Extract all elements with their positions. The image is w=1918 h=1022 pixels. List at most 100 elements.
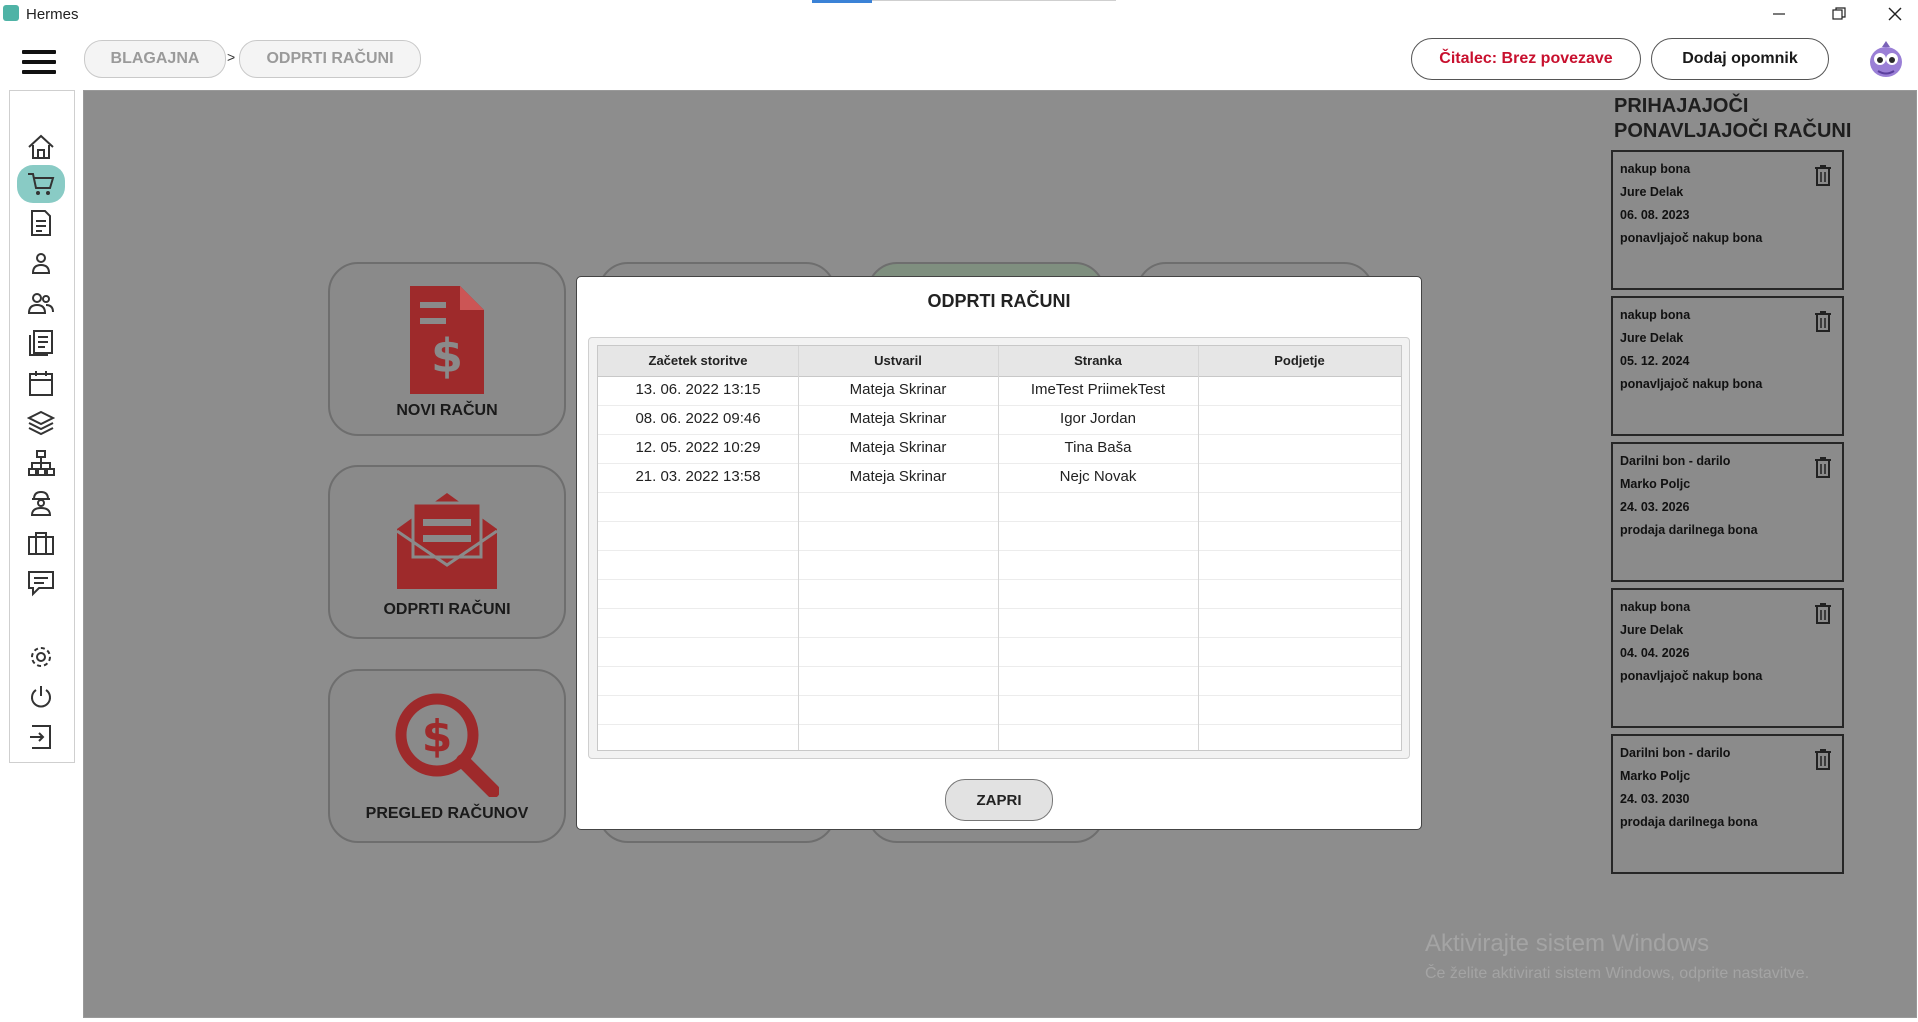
dollar-search-icon: $ [395,693,500,802]
card-title: nakup bona [1620,600,1691,614]
trash-icon[interactable] [1814,164,1832,191]
card-description: ponavljajoč nakup bona [1620,377,1763,391]
column-divider [998,346,999,750]
logout-icon[interactable] [24,721,58,753]
tile-novi-racun[interactable]: $ NOVI RAČUN [328,262,566,436]
svg-text:$: $ [431,329,463,383]
recurring-card[interactable]: nakup bona Jure Delak 06. 08. 2023 ponav… [1611,150,1844,290]
tile-label: PREGLED RAČUNOV [365,805,529,822]
empty-row [598,608,1401,638]
calendar-icon[interactable] [24,367,58,399]
recurring-card[interactable]: Darilni bon - darilo Marko Poljc 24. 03.… [1611,442,1844,582]
hierarchy-icon[interactable] [24,447,58,479]
worker-icon[interactable] [24,487,58,519]
card-customer: Marko Poljc [1620,477,1691,491]
cell-customer: Tina Baša [1064,439,1132,456]
card-description: prodaja darilnega bona [1620,523,1758,537]
trash-icon[interactable] [1814,310,1832,337]
card-customer: Marko Poljc [1620,769,1691,783]
cell-company [1198,405,1401,434]
menu-icon[interactable] [22,50,56,76]
person-icon[interactable] [24,247,58,279]
card-customer: Jure Delak [1620,185,1684,199]
close-button[interactable]: ZAPRI [945,779,1053,821]
cart-icon[interactable] [17,165,65,203]
tile-label: NOVI RAČUN [396,402,498,419]
card-title: nakup bona [1620,162,1691,176]
empty-row [598,579,1401,609]
recurring-card[interactable]: nakup bona Jure Delak 05. 12. 2024 ponav… [1611,296,1844,436]
cell-company [1198,376,1401,405]
window-title: Hermes [26,6,79,23]
card-title: Darilni bon - darilo [1620,454,1731,468]
card-date: 05. 12. 2024 [1620,354,1690,368]
empty-row [598,492,1401,522]
tile-odprti-racuni[interactable]: ODPRTI RAČUNI [328,465,566,639]
chat-icon[interactable] [24,567,58,599]
column-header[interactable]: Ustvaril [798,346,998,376]
cell-customer: ImeTest PriimekTest [1030,381,1166,398]
trash-icon[interactable] [1814,602,1832,629]
card-customer: Jure Delak [1620,331,1684,345]
empty-row [598,550,1401,580]
layers-icon[interactable] [24,407,58,439]
card-date: 24. 03. 2030 [1620,792,1690,806]
tile-label: ODPRTI RAČUNI [383,601,511,618]
card-customer: Jure Delak [1620,623,1684,637]
cell-creator: Mateja Skrinar [849,381,947,398]
table-row[interactable]: 08. 06. 2022 09:46 Mateja Skrinar Igor J… [598,405,1401,435]
list-document-icon[interactable] [24,327,58,359]
title-accent [812,0,872,3]
column-header[interactable]: Začetek storitve [598,346,798,376]
table-row[interactable]: 13. 06. 2022 13:15 Mateja Skrinar ImeTes… [598,376,1401,406]
card-description: ponavljajoč nakup bona [1620,669,1763,683]
trash-icon[interactable] [1814,748,1832,775]
cell-creator: Mateja Skrinar [849,410,947,427]
cell-customer: Nejc Novak [1059,468,1137,485]
document-icon[interactable] [24,207,58,239]
activation-watermark-subtitle: Če želite aktivirati sistem Windows, odp… [1425,965,1810,982]
column-header[interactable]: Stranka [998,346,1198,376]
breadcrumb-blagajna[interactable]: BLAGAJNA [84,40,226,78]
column-divider [798,346,799,750]
cell-customer: Igor Jordan [1060,410,1136,427]
power-icon[interactable] [24,681,58,713]
minimize-icon[interactable] [1756,0,1802,28]
sidebar [9,90,75,763]
title-bar: Hermes [0,0,1918,28]
open-invoices-table[interactable]: Začetek storitve Ustvaril Stranka Podjet… [597,345,1402,751]
table-row[interactable]: 12. 05. 2022 10:29 Mateja Skrinar Tina B… [598,434,1401,464]
empty-row [598,637,1401,667]
table-header: Začetek storitve Ustvaril Stranka Podjet… [598,346,1401,377]
close-window-icon[interactable] [1872,0,1918,28]
breadcrumb-odprti-racuni[interactable]: ODPRTI RAČUNI [239,40,421,78]
restore-icon[interactable] [1816,0,1862,28]
card-date: 04. 04. 2026 [1620,646,1690,660]
recurring-card[interactable]: nakup bona Jure Delak 04. 04. 2026 ponav… [1611,588,1844,728]
card-date: 06. 08. 2023 [1620,208,1690,222]
avatar[interactable] [1866,38,1906,80]
app-logo-icon [3,5,19,21]
gear-icon[interactable] [24,641,58,673]
trash-icon[interactable] [1814,456,1832,483]
people-icon[interactable] [24,287,58,319]
home-icon[interactable] [24,131,58,163]
title-divider [872,0,1116,1]
tile-pregled-racunov[interactable]: $ PREGLED RAČUNOV [328,669,566,843]
empty-row [598,666,1401,696]
open-invoices-dialog: ODPRTI RAČUNI Začetek storitve Ustvaril … [576,276,1422,830]
recurring-card[interactable]: Darilni bon - darilo Marko Poljc 24. 03.… [1611,734,1844,874]
cell-start: 12. 05. 2022 10:29 [635,439,761,456]
card-description: ponavljajoč nakup bona [1620,231,1763,245]
breadcrumb-separator: > [227,49,236,65]
cell-start: 08. 06. 2022 09:46 [635,410,761,427]
reader-status-button[interactable]: Čitalec: Brez povezave [1411,38,1641,80]
cell-company [1198,463,1401,492]
cell-creator: Mateja Skrinar [849,439,947,456]
cell-start: 13. 06. 2022 13:15 [635,381,761,398]
card-title: nakup bona [1620,308,1691,322]
add-reminder-button[interactable]: Dodaj opomnik [1651,38,1829,80]
briefcase-icon[interactable] [24,527,58,559]
table-row[interactable]: 21. 03. 2022 13:58 Mateja Skrinar Nejc N… [598,463,1401,493]
column-header[interactable]: Podjetje [1198,346,1401,376]
